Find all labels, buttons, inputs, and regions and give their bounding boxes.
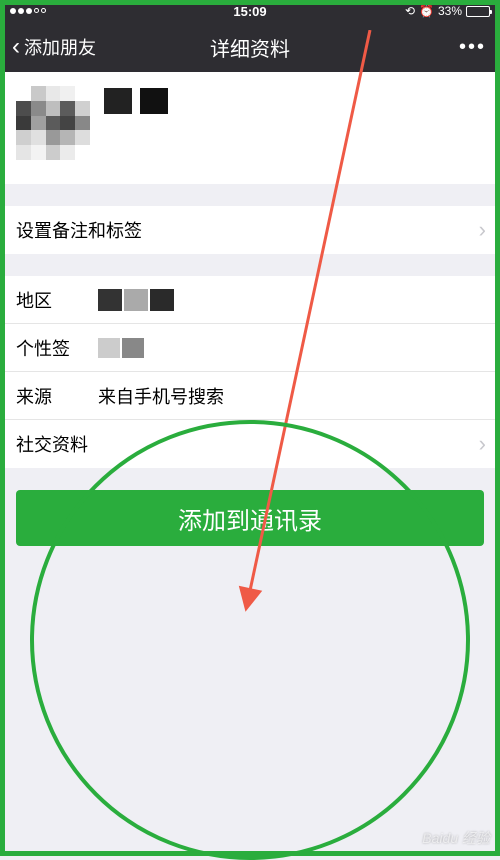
more-button[interactable]: ••• <box>459 36 486 59</box>
orientation-lock-icon: ⟲ <box>405 4 415 18</box>
nav-bar: ‹ 添加朋友 详细资料 ••• <box>0 22 500 72</box>
avatar <box>16 86 90 160</box>
profile-header[interactable] <box>0 72 500 184</box>
set-remark-tags-label: 设置备注和标签 <box>16 217 142 243</box>
annotation-highlight-circle <box>30 420 470 860</box>
set-remark-tags-row[interactable]: 设置备注和标签 › <box>0 206 500 254</box>
source-value: 来自手机号搜索 <box>98 383 484 409</box>
region-value-pixelated <box>98 289 484 311</box>
tags-group: 设置备注和标签 › <box>0 206 500 254</box>
chevron-right-icon: › <box>479 431 486 457</box>
add-to-contacts-button[interactable]: 添加到通讯录 <box>16 490 484 546</box>
signature-row[interactable]: 个性签 <box>0 324 500 372</box>
source-row: 来源 来自手机号搜索 <box>0 372 500 420</box>
battery-percent: 33% <box>438 4 462 18</box>
battery-icon <box>466 6 490 17</box>
region-label: 地区 <box>16 287 98 313</box>
watermark: Baidu 经验 <box>422 828 490 848</box>
status-bar: 15:09 ⟲ ⏰ 33% <box>0 0 500 22</box>
page-title: 详细资料 <box>210 33 290 62</box>
status-time: 15:09 <box>233 4 266 19</box>
status-signal <box>10 8 46 14</box>
signature-label: 个性签 <box>16 335 98 361</box>
back-chevron-icon: ‹ <box>12 35 20 59</box>
profile-info <box>104 86 484 170</box>
chevron-right-icon: › <box>479 217 486 243</box>
social-row[interactable]: 社交资料 › <box>0 420 500 468</box>
details-group: 地区 个性签 来源 来自手机号搜索 社交资料 › <box>0 276 500 468</box>
signature-value-pixelated <box>98 338 484 358</box>
source-label: 来源 <box>16 383 98 409</box>
social-label: 社交资料 <box>16 431 98 457</box>
status-right: ⟲ ⏰ 33% <box>405 4 490 18</box>
back-button[interactable]: ‹ 添加朋友 <box>12 34 96 60</box>
add-button-label: 添加到通讯录 <box>178 501 322 536</box>
alarm-icon: ⏰ <box>419 4 434 18</box>
profile-name-pixelated <box>104 88 484 114</box>
back-label: 添加朋友 <box>24 34 96 60</box>
region-row[interactable]: 地区 <box>0 276 500 324</box>
